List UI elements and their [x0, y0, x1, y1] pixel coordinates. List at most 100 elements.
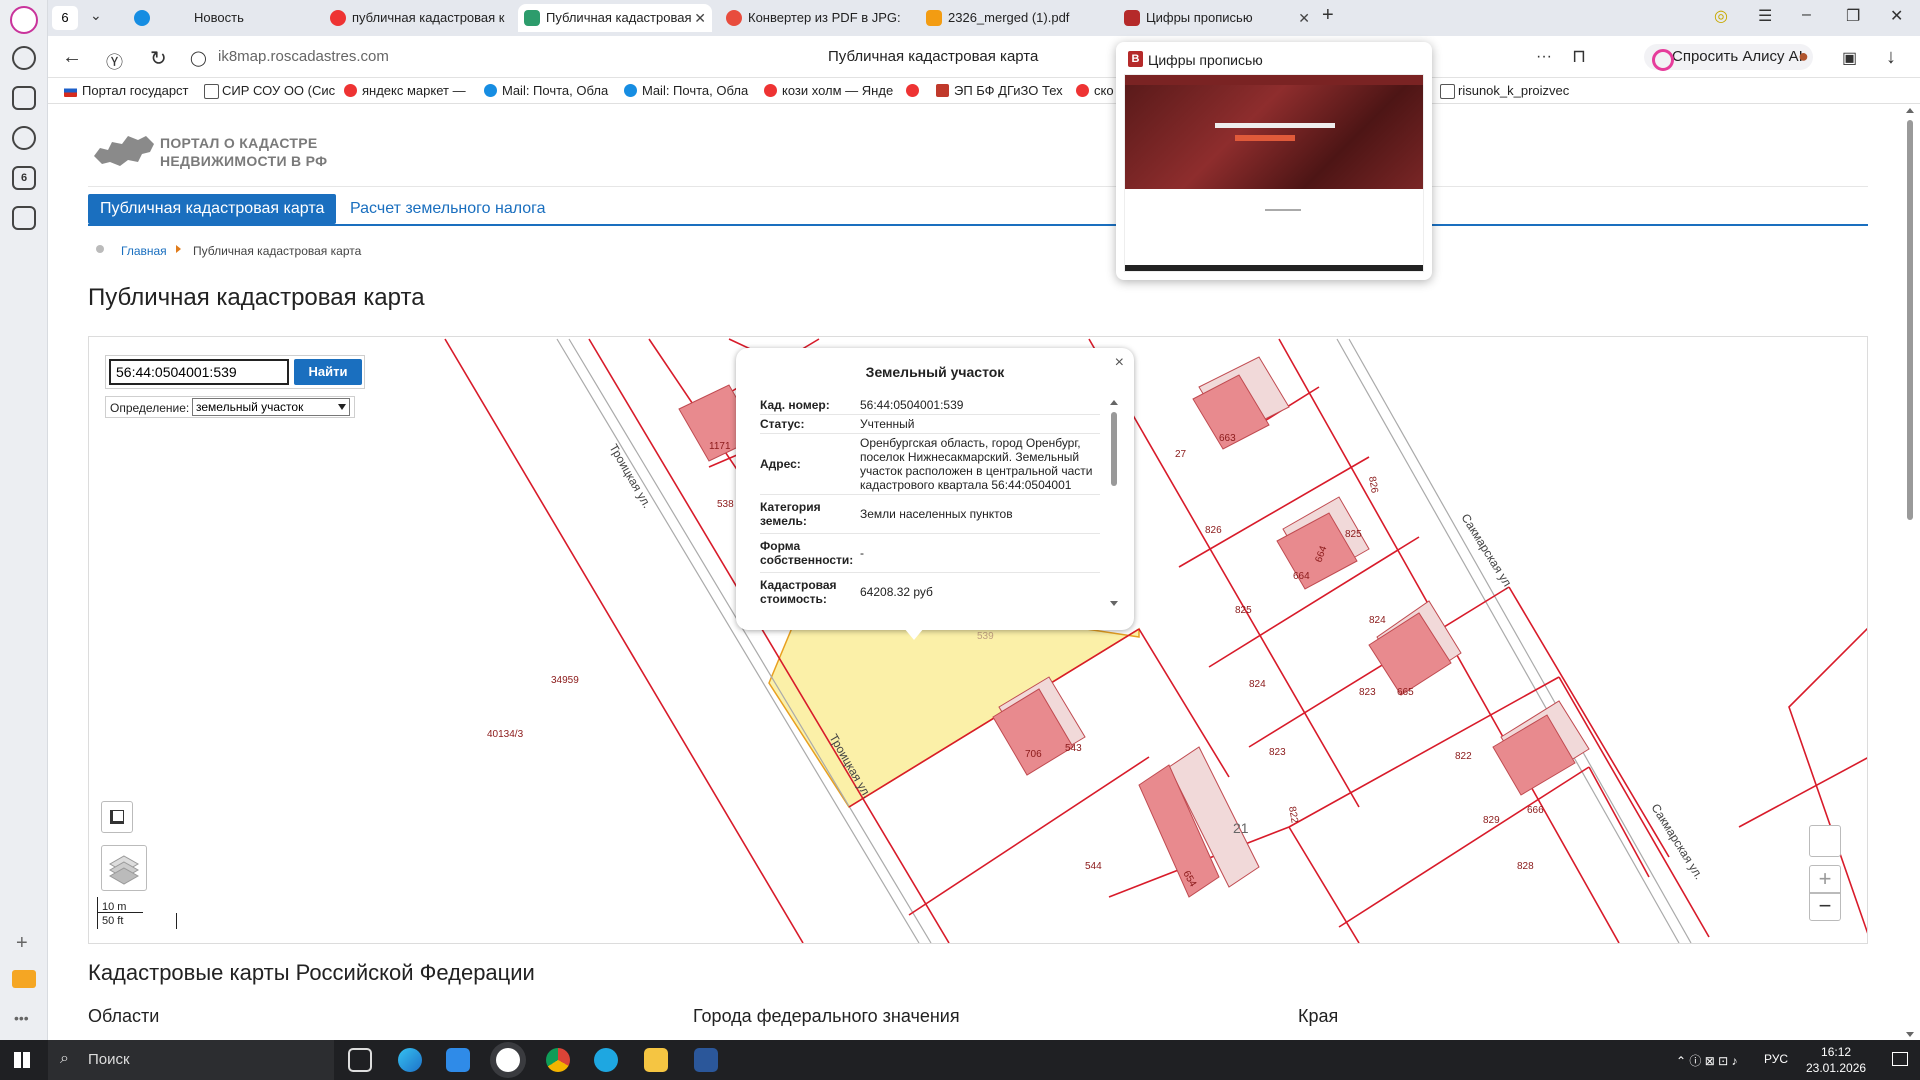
breadcrumb-home[interactable]: Главная — [121, 244, 167, 258]
url-field[interactable]: ik8map.roscadastres.com — [218, 48, 389, 65]
taskbar-search[interactable]: Поиск — [48, 1040, 334, 1080]
cadastral-number-input[interactable] — [109, 359, 289, 385]
search-panel: Найти — [105, 355, 365, 389]
more-options-icon[interactable]: ··· — [1536, 48, 1552, 66]
close-icon[interactable]: × — [1115, 354, 1124, 372]
scroll-down-icon[interactable] — [1906, 1032, 1914, 1037]
parcel-label: 823 — [1359, 687, 1376, 698]
avatar-icon[interactable]: ● — [1798, 46, 1809, 67]
more-icon[interactable]: ••• — [14, 1010, 29, 1026]
ask-alice-button[interactable]: Спросить Алису AI — [1644, 44, 1813, 71]
page-heading: Публичная кадастровая карта — [88, 284, 425, 311]
scroll-down-icon[interactable] — [1110, 601, 1118, 606]
parcel-label: 543 — [1065, 743, 1082, 754]
close-tab-icon[interactable]: ✕ — [694, 4, 706, 32]
tray-icons[interactable]: ⌃ ⓘ ⊠ ⊡ ♪ — [1676, 1052, 1738, 1069]
fullscreen-button[interactable] — [101, 801, 133, 833]
camera-icon[interactable] — [12, 206, 36, 230]
new-tab-icon[interactable]: + — [1322, 4, 1334, 27]
add-icon[interactable]: + — [16, 932, 28, 955]
bookmark-item[interactable]: Mail: Почта, Обла — [624, 83, 748, 98]
clock[interactable]: 16:12 23.01.2026 — [1806, 1044, 1866, 1076]
tab-bar: 6 ⌄ Новость публичная кадастровая к Публ… — [48, 0, 1920, 36]
notes-icon[interactable] — [12, 86, 36, 110]
reload-icon[interactable]: ↻ — [150, 46, 167, 71]
parcel-label: 823 — [1269, 747, 1286, 758]
mail-app-icon[interactable] — [12, 970, 36, 988]
layers-button[interactable] — [101, 845, 147, 891]
restore-icon[interactable]: ❐ — [1846, 6, 1860, 26]
tab-item[interactable]: Конвертер из PDF в JPG: — [720, 4, 914, 32]
minimize-icon[interactable]: – — [1802, 6, 1811, 24]
nav-cadastral-map[interactable]: Публичная кадастровая карта — [88, 194, 337, 224]
ie-icon[interactable] — [594, 1048, 618, 1072]
find-button[interactable]: Найти — [294, 359, 362, 385]
scroll-up-icon[interactable] — [1110, 400, 1118, 405]
tabs-dropdown-icon[interactable]: ⌄ — [90, 7, 102, 24]
edge-icon[interactable] — [398, 1048, 422, 1072]
taskbar: Поиск ⌕ ⌃ ⓘ ⊠ ⊡ ♪ РУС 16:12 23.01.2026 — [0, 1040, 1920, 1080]
definition-select[interactable]: земельный участок — [192, 398, 350, 416]
zoom-in-button[interactable]: + — [1809, 865, 1841, 893]
preview-title: Цифры прописью — [1128, 51, 1263, 68]
tab-item[interactable]: 2326_merged (1).pdf — [920, 4, 1114, 32]
popup-scrollbar[interactable] — [1110, 400, 1118, 606]
bookmark-item[interactable]: яндекс маркет — — [344, 83, 466, 98]
collections-icon[interactable]: ▣ — [1842, 48, 1857, 68]
parcel-label: 538 — [717, 499, 734, 510]
parcel-label: 665 — [1397, 687, 1414, 698]
language-indicator[interactable]: РУС — [1764, 1052, 1788, 1066]
street-label: Сакмарская ул. — [1458, 511, 1516, 592]
windows-start-icon[interactable] — [14, 1052, 30, 1068]
converter-favicon-icon — [726, 10, 742, 26]
bookmark-item[interactable]: risunok_k_proizvec — [1440, 83, 1569, 99]
yandex-icon[interactable]: Ⓨ — [106, 48, 123, 73]
bookmark-item[interactable]: Mail: Почта, Обла — [484, 83, 608, 98]
extensions-icon[interactable]: ◎ — [1714, 6, 1728, 26]
tab-six-icon[interactable]: 6 — [12, 166, 36, 190]
tab-item[interactable]: публичная кадастровая к — [324, 4, 514, 32]
close-tab-icon[interactable]: ✕ — [1298, 4, 1310, 32]
history-icon[interactable] — [12, 46, 36, 70]
scroll-up-icon[interactable] — [1906, 108, 1914, 113]
mail-favicon-icon — [134, 10, 150, 26]
tab-counter[interactable]: 6 — [52, 6, 78, 30]
bookmark-item[interactable]: ЭП БФ ДГиЗО Тех — [936, 83, 1063, 98]
yandex-browser-icon[interactable] — [496, 1048, 520, 1072]
bookmark-item[interactable]: Портал государст — [64, 83, 189, 98]
column-title-federal-cities: Города федерального значения — [693, 1006, 960, 1026]
close-window-icon[interactable]: ✕ — [1890, 6, 1903, 26]
nav-land-tax[interactable]: Расчет земельного налога — [350, 194, 546, 224]
tab-item[interactable]: Новость — [128, 4, 318, 32]
cadastre-favicon-icon — [524, 10, 540, 26]
chrome-icon[interactable] — [546, 1048, 570, 1072]
notifications-icon[interactable] — [1892, 1052, 1908, 1066]
back-icon[interactable]: ← — [62, 46, 82, 69]
tab-item-active[interactable]: Публичная кадастровая ✕ — [518, 4, 712, 32]
preview-thumbnail[interactable] — [1124, 74, 1424, 272]
zoom-out-button[interactable]: − — [1809, 893, 1841, 921]
detail-row: Кадастровая стоимость: 64208.32 руб — [760, 573, 1100, 610]
bookmark-item[interactable]: СИР СОУ ОО (Сис — [204, 83, 335, 99]
task-view-icon[interactable] — [348, 1048, 372, 1072]
map-extent-button[interactable] — [1809, 825, 1841, 857]
page-scrollbar[interactable] — [1900, 104, 1920, 1040]
parcel-label: 27 — [1175, 449, 1187, 460]
yandex-profile-icon[interactable] — [10, 6, 38, 34]
tab-item[interactable]: Цифры прописью ✕ — [1118, 4, 1316, 32]
parcel-label: 824 — [1369, 615, 1386, 626]
bookmarks-bar: Портал государст СИР СОУ ОО (Сис яндекс … — [48, 78, 1920, 104]
play-icon[interactable] — [12, 126, 36, 150]
file-explorer-icon[interactable] — [644, 1048, 668, 1072]
bookmark-icon[interactable]: ⊓ — [1572, 46, 1586, 67]
bookmark-item[interactable]: кози холм — Янде — [764, 83, 893, 98]
parcel-label: 826 — [1366, 476, 1380, 495]
logo-text[interactable]: ПОРТАЛ О КАДАСТРЕ НЕДВИЖИМОСТИ В РФ — [160, 134, 327, 170]
word-icon[interactable] — [694, 1048, 718, 1072]
breadcrumb-current: Публичная кадастровая карта — [193, 244, 362, 258]
menu-icon[interactable]: ☰ — [1758, 6, 1772, 26]
bookmark-item[interactable]: ско — [1076, 83, 1114, 98]
site-info-icon[interactable]: ◯ — [190, 49, 207, 67]
downloads-icon[interactable]: ↓ — [1886, 46, 1896, 69]
store-icon[interactable] — [446, 1048, 470, 1072]
